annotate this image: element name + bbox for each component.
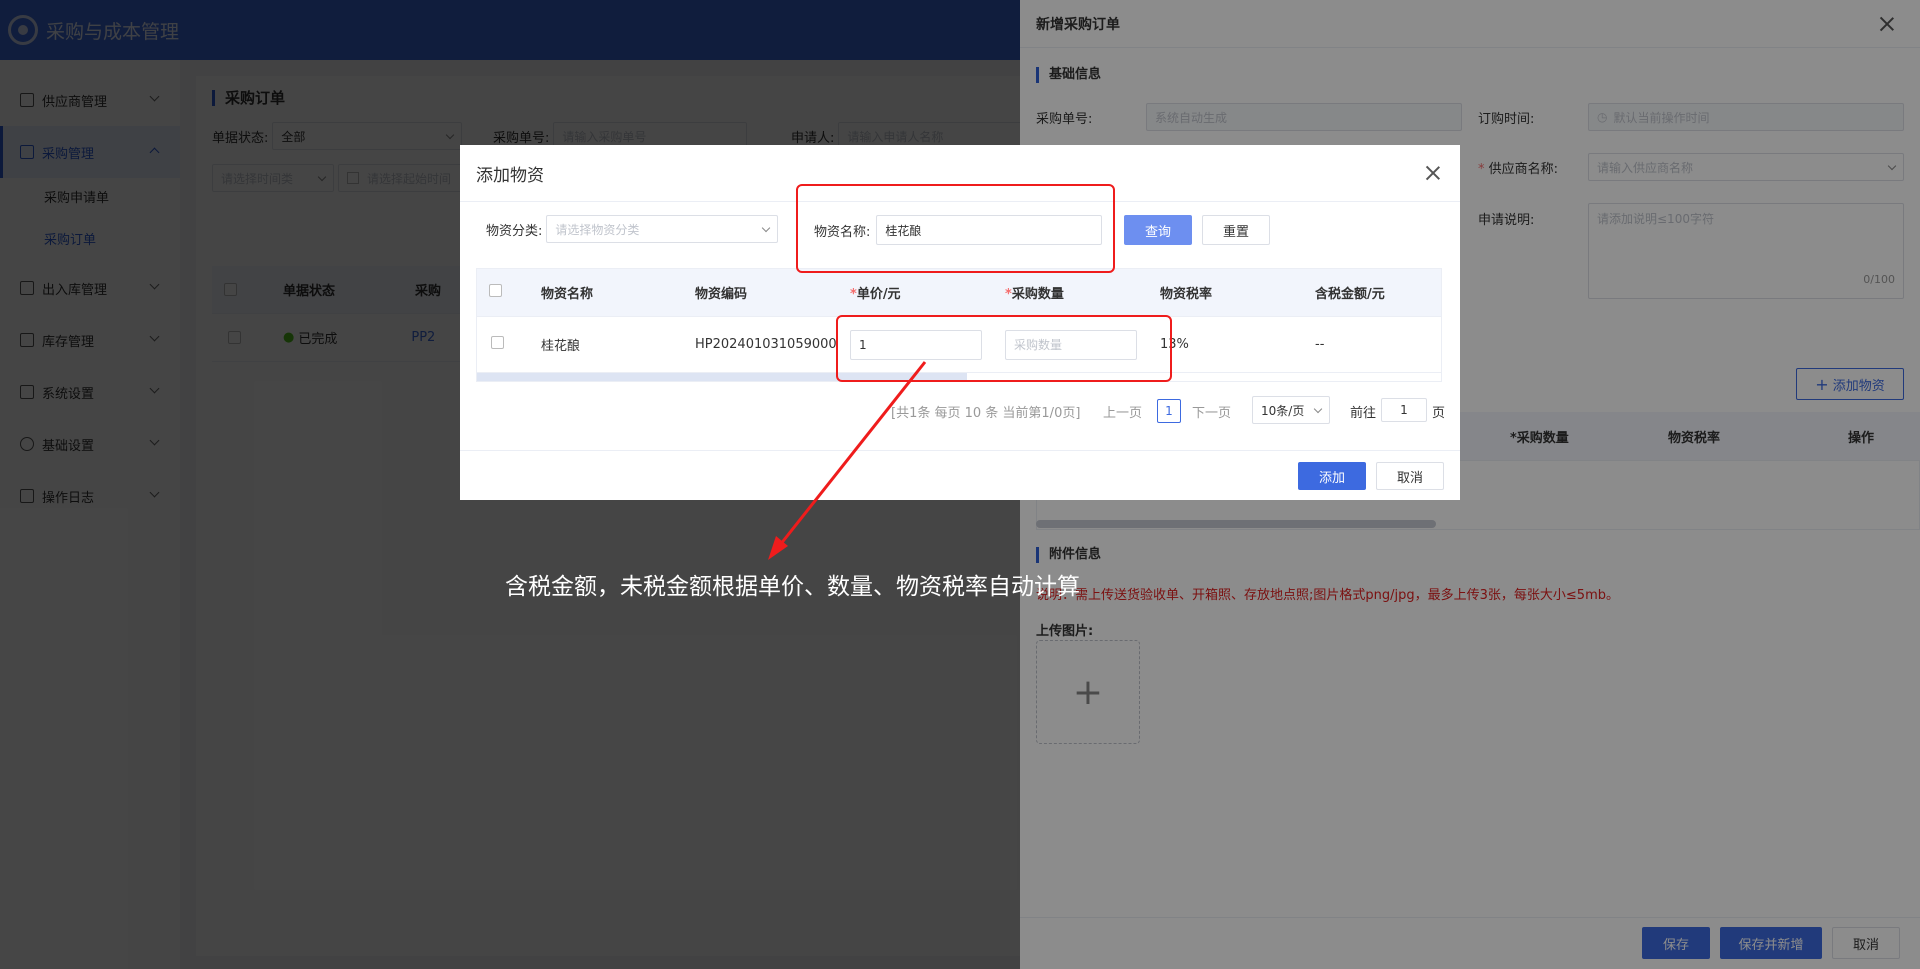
arrow-icon bbox=[768, 361, 927, 560]
annotation-text: 含税金额，未税金额根据单价、数量、物资税率自动计算 bbox=[505, 574, 1080, 600]
